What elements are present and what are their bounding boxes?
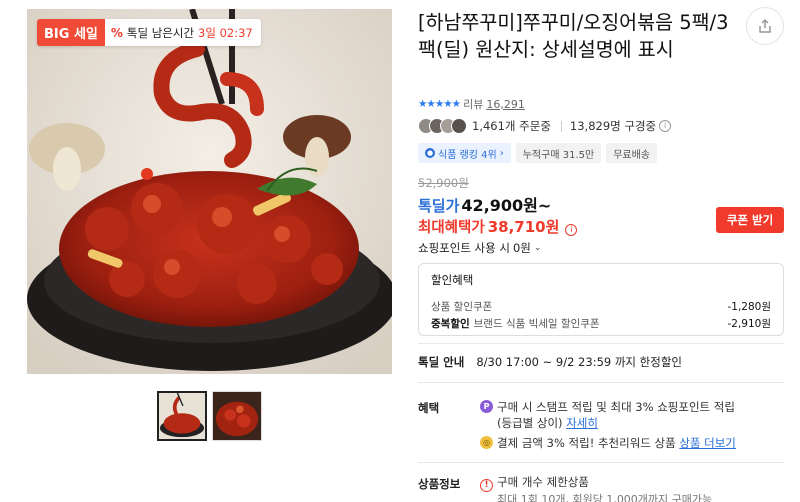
product-tags: ● 식품 랭킹 4위 › 누적구매 31.5만 무료배송	[418, 143, 657, 163]
max-benefit-info-icon[interactable]: i	[565, 224, 578, 236]
deal-timer-value: 3일 02:37	[198, 25, 253, 40]
get-coupon-button[interactable]: 쿠폰 받기	[716, 207, 784, 233]
thumbnail-1-image	[159, 393, 205, 439]
shopping-points-toggle[interactable]: 쇼핑포인트 사용 시 0원 ⌄	[418, 240, 541, 256]
benefit-text: 구매 시 스탬프 적립 및 최대 3% 쇼핑포인트 적립	[497, 400, 735, 414]
tag-food-ranking[interactable]: ● 식품 랭킹 4위 ›	[418, 143, 511, 163]
discount-line-amount: -1,280원	[727, 301, 771, 313]
review-count-link[interactable]: 16,291	[486, 98, 525, 111]
review-label: 리뷰	[463, 98, 484, 111]
product-title: [하남쭈꾸미]쭈꾸미/오징어볶음 5팩/3팩(딜) 원산지: 상세설명에 표시	[418, 11, 729, 61]
thumbnail-strip	[157, 391, 262, 441]
ranking-icon: ●	[425, 148, 435, 158]
discount-line-label: 브랜드 식품 빅세일 할인쿠폰	[473, 318, 600, 330]
product-info-label: 상품정보	[418, 477, 461, 491]
thumbnail-2[interactable]	[212, 391, 262, 441]
social-proof-row: 1,461개 주문중 13,829명 구경중 i	[418, 118, 672, 134]
big-sale-label: BIG 세일	[37, 19, 105, 46]
warning-icon: !	[480, 479, 493, 492]
points-p-icon: P	[480, 400, 493, 413]
deal-timer-label: 톡딜 남은시간	[126, 25, 195, 40]
discount-line-label: 상품 할인쿠폰	[431, 301, 493, 313]
viewers-count: 13,829명 구경중	[569, 119, 657, 133]
benefit-text: 결제 금액 3% 적립! 추천리워드 상품	[497, 436, 676, 450]
deal-notice-text: 8/30 17:00 ~ 9/2 23:59 까지 한정할인	[476, 355, 682, 369]
duplicate-discount-label: 중복할인	[431, 318, 470, 330]
max-benefit-row: 최대혜택가 38,710원 i	[418, 216, 578, 237]
rating-stars-icon: ★★★★★	[418, 98, 461, 110]
octopus-dish-illustration	[27, 9, 392, 374]
discount-line-duplicate: 중복할인 브랜드 식품 빅세일 할인쿠폰 -2,910원	[431, 315, 771, 332]
deal-price-row: 톡딜가 42,900원~	[418, 192, 551, 216]
share-button[interactable]	[746, 7, 784, 45]
benefit-item-reward: ◎ 결제 금액 3% 적립! 추천리워드 상품 상품 더보기	[480, 435, 736, 451]
more-products-link[interactable]: 상품 더보기	[679, 436, 736, 450]
deal-price: 42,900원~	[461, 196, 552, 215]
benefit-item-points: P 구매 시 스탬프 적립 및 최대 3% 쇼핑포인트 적립 (등급별 상이) …	[480, 399, 736, 431]
section-divider	[418, 382, 784, 383]
benefit-details-link[interactable]: 자세히	[566, 416, 598, 430]
tag-ranking-arrow-icon: ›	[499, 147, 504, 159]
discount-line-coupon: 상품 할인쿠폰 -1,280원	[431, 298, 771, 315]
benefits-label: 혜택	[418, 401, 440, 415]
product-info-list: ! 구매 개수 제한상품 최대 1회 10개, 회원당 1,000개까지 구매가능	[480, 474, 712, 502]
tag-cumulative-purchases: 누적구매 31.5만	[515, 143, 602, 163]
purchase-limit-detail: 최대 1회 10개, 회원당 1,000개까지 구매가능	[497, 493, 713, 502]
original-price: 52,900원	[418, 176, 469, 190]
deal-timer: % 톡딜 남은시간 3일 02:37	[104, 19, 261, 46]
benefits-list: P 구매 시 스탬프 적립 및 최대 3% 쇼핑포인트 적립 (등급별 상이) …	[480, 399, 736, 455]
social-divider	[560, 120, 562, 132]
deal-price-label: 톡딜가	[418, 197, 460, 215]
max-benefit-price: 38,710원	[487, 218, 560, 236]
points-value: 0원	[512, 241, 531, 255]
reward-coin-icon: ◎	[480, 436, 493, 449]
discount-line-amount: -2,910원	[727, 318, 771, 330]
discount-box-title: 할인혜택	[431, 273, 474, 287]
discount-benefits-box: 할인혜택 상품 할인쿠폰 -1,280원 중복할인 브랜드 식품 빅세일 할인쿠폰…	[418, 263, 784, 336]
thumbnail-2-image	[213, 392, 261, 440]
buyer-avatars	[418, 118, 467, 134]
section-divider	[418, 343, 784, 344]
viewers-info-icon[interactable]: i	[659, 120, 672, 132]
chevron-down-icon: ⌄	[533, 243, 542, 253]
tag-ranking-label: 식품 랭킹 4위	[438, 149, 497, 161]
tag-free-shipping: 무료배송	[606, 143, 657, 163]
points-label: 쇼핑포인트 사용 시	[418, 241, 510, 255]
percent-icon: %	[110, 25, 123, 40]
big-sale-badge: BIG 세일 % 톡딜 남은시간 3일 02:37	[37, 19, 261, 46]
section-divider	[418, 462, 784, 463]
benefit-subtext: (등급별 상이)	[497, 416, 563, 430]
deal-notice-label: 톡딜 안내	[418, 355, 465, 369]
rating-row[interactable]: ★★★★★ 리뷰 16,291	[418, 96, 525, 112]
max-benefit-label: 최대혜택가	[418, 220, 485, 236]
thumbnail-1[interactable]	[157, 391, 207, 441]
product-main-image[interactable]: BIG 세일 % 톡딜 남은시간 3일 02:37	[27, 9, 392, 374]
share-icon	[759, 18, 771, 33]
purchase-limit-text: 구매 개수 제한상품	[497, 475, 589, 489]
deal-notice-row: 톡딜 안내 8/30 17:00 ~ 9/2 23:59 까지 한정할인	[418, 354, 682, 370]
orders-count: 1,461개 주문중	[472, 119, 551, 133]
